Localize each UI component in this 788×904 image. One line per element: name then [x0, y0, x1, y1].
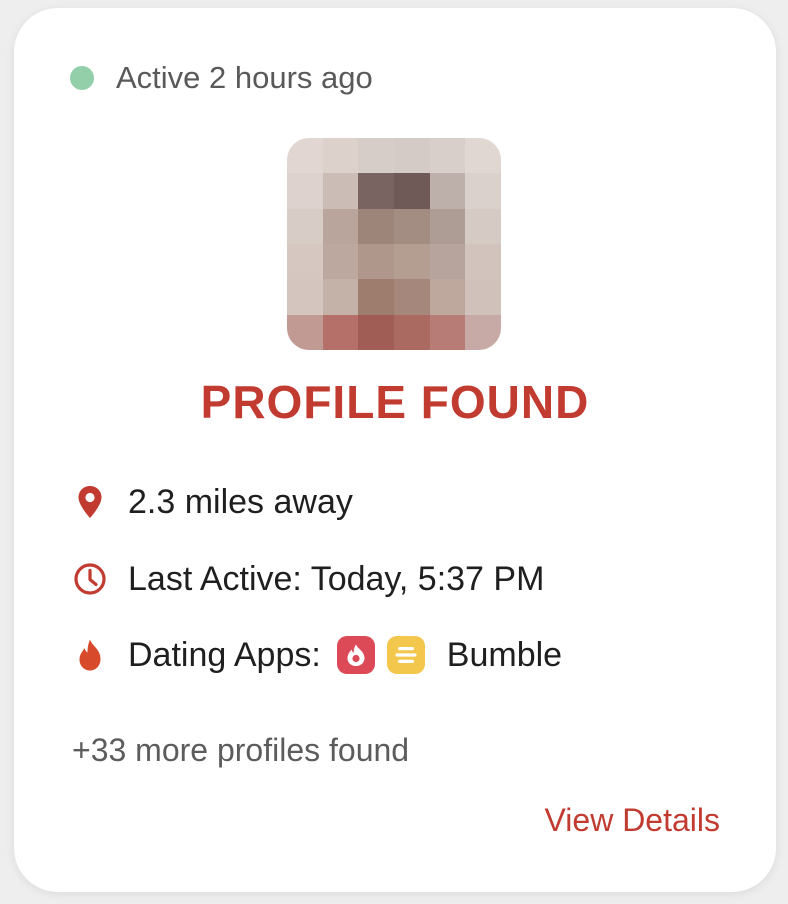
- view-details-link[interactable]: View Details: [545, 802, 720, 839]
- distance-row: 2.3 miles away: [72, 478, 353, 526]
- activity-status: Active 2 hours ago: [70, 58, 373, 98]
- clock-icon: [72, 561, 108, 597]
- bumble-app-icon: [386, 636, 425, 674]
- bumble-app-name: Bumble: [446, 635, 563, 674]
- tinder-app-icon: [336, 636, 375, 674]
- profile-found-title: PROFILE FOUND: [200, 376, 590, 428]
- last-active-text: Last Active: Today, 5:37 PM: [128, 559, 545, 598]
- dating-apps-label: Dating Apps:: [128, 635, 321, 674]
- pixelated-avatar: [287, 138, 501, 350]
- flame-icon: [72, 637, 108, 673]
- last-active-row: Last Active: Today, 5:37 PM: [72, 555, 544, 603]
- location-pin-icon: [72, 484, 108, 520]
- activity-status-text: Active 2 hours ago: [116, 60, 373, 95]
- distance-text: 2.3 miles away: [128, 482, 353, 521]
- online-status-dot: [70, 66, 94, 90]
- more-profiles-text: +33 more profiles found: [72, 732, 410, 768]
- dating-apps-row: Dating Apps: Bumble: [72, 631, 562, 679]
- profile-card: Active 2 hours ago PROFILE FOUND 2.3 mil…: [14, 8, 776, 892]
